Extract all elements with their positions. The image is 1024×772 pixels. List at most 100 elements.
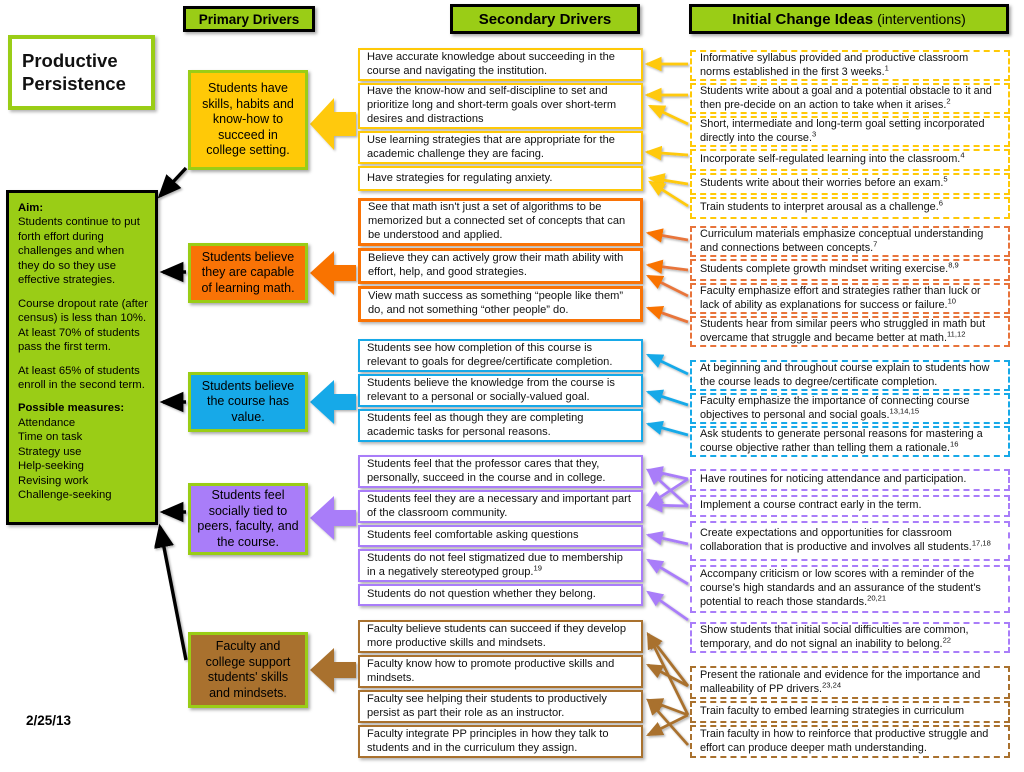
change-idea-9-body: Students hear from similar peers who str… [700,317,986,344]
change-idea-18-text: Present the rationale and evidence for t… [700,669,1000,696]
secondary-driver-2[interactable]: Use learning strategies that are appropr… [358,131,643,164]
change-idea-10-body: At beginning and throughout course expla… [700,361,990,388]
change-idea-1[interactable]: Students write about a goal and a potent… [690,83,1010,114]
change-idea-7-ref: 8,9 [948,260,959,270]
change-idea-16-text: Accompany criticism or low scores with a… [700,568,1000,609]
aim-measure-1: Time on task [18,431,83,444]
secondary-driver-3-text: Have strategies for regulating anxiety. [367,171,553,184]
change-idea-17-ref: 22 [942,634,952,644]
change-idea-3[interactable]: Incorporate self-regulated learning into… [690,149,1010,171]
change-idea-20-body: Train faculty in how to reinforce that p… [700,727,989,754]
secondary-driver-11[interactable]: Students feel they are a necessary and i… [358,490,643,523]
change-idea-7[interactable]: Students complete growth mindset writing… [690,259,1010,281]
primary-driver-faculty-label: Faculty and college support students' sk… [205,639,291,700]
change-idea-20[interactable]: Train faculty in how to reinforce that p… [690,725,1010,758]
aim-measure-0: Attendance [18,416,76,429]
secondary-driver-1-text: Have the know-how and self-discipline to… [367,85,617,125]
change-idea-2[interactable]: Short, intermediate and long-term goal s… [690,116,1010,147]
secondary-driver-10[interactable]: Students feel that the professor cares t… [358,455,643,488]
change-idea-11[interactable]: Faculty emphasize the importance of conn… [690,393,1010,424]
primary-driver-social-ties[interactable]: Students feel socially tied to peers, fa… [188,483,308,555]
secondary-driver-15[interactable]: Faculty believe students can succeed if … [358,620,643,653]
change-idea-6[interactable]: Curriculum materials emphasize conceptua… [690,226,1010,257]
secondary-driver-16[interactable]: Faculty know how to promote productive s… [358,655,643,688]
primary-driver-skills[interactable]: Students have skills, habits and know-ho… [188,70,308,170]
secondary-driver-18[interactable]: Faculty integrate PP principles in how t… [358,725,643,758]
secondary-driver-8-text: Students believe the knowledge from the … [367,376,615,403]
change-idea-13[interactable]: Have routines for noticing attendance an… [690,469,1010,491]
change-idea-18[interactable]: Present the rationale and evidence for t… [690,666,1010,699]
change-idea-11-body: Faculty emphasize the importance of conn… [700,394,970,421]
change-idea-9[interactable]: Students hear from similar peers who str… [690,316,1010,347]
change-idea-16[interactable]: Accompany criticism or low scores with a… [690,565,1010,613]
primary-driver-faculty-support[interactable]: Faculty and college support students' sk… [188,632,308,708]
secondary-driver-14[interactable]: Students do not question whether they be… [358,584,643,606]
secondary-driver-6[interactable]: View math success as something “people l… [358,286,643,322]
change-idea-2-body: Short, intermediate and long-term goal s… [700,117,985,144]
change-idea-15-ref: 17,18 [971,538,991,548]
diagram-title-line1: Productive [22,49,118,71]
secondary-driver-4[interactable]: See that math isn't just a set of algori… [358,198,643,246]
change-idea-8-ref: 10 [947,295,957,305]
aim-metric-dropout: Course dropout rate (after census) is le… [18,297,148,325]
secondary-driver-0[interactable]: Have accurate knowledge about succeeding… [358,48,643,81]
change-idea-4-text: Students write about their worries befor… [700,174,948,191]
secondary-driver-4-text: See that math isn't just a set of algori… [368,201,626,241]
change-idea-0-text: Informative syllabus provided and produc… [700,52,1000,79]
change-idea-19[interactable]: Train faculty to embed learning strategi… [690,701,1010,723]
secondary-driver-5-text: Believe they can actively grow their mat… [368,252,624,278]
change-idea-4[interactable]: Students write about their worries befor… [690,173,1010,195]
secondary-driver-12[interactable]: Students feel comfortable asking questio… [358,525,643,547]
primary-driver-value-label: Students believe the course has value. [201,378,295,424]
secondary-driver-8[interactable]: Students believe the knowledge from the … [358,374,643,407]
column-header-primary-drivers: Primary Drivers [183,6,315,32]
change-idea-17-text: Show students that initial social diffic… [700,624,1000,651]
change-idea-0[interactable]: Informative syllabus provided and produc… [690,50,1010,81]
secondary-driver-7[interactable]: Students see how completion of this cour… [358,339,643,372]
secondary-driver-10-text: Students feel that the professor cares t… [367,457,606,484]
secondary-driver-6-text: View math success as something “people l… [368,290,624,316]
change-idea-19-text: Train faculty to embed learning strategi… [700,705,964,719]
change-idea-11-text: Faculty emphasize the importance of conn… [700,395,1000,422]
date-stamp: 2/25/13 [26,713,72,728]
primary-driver-math-capability[interactable]: Students believe they are capable of lea… [188,243,308,303]
change-idea-0-body: Informative syllabus provided and produc… [700,51,969,78]
secondary-driver-9[interactable]: Students feel as though they are complet… [358,409,643,442]
change-idea-13-text: Have routines for noticing attendance an… [700,473,966,487]
aim-statement: Students continue to put forth effort du… [18,216,140,287]
primary-driver-skills-label: Students have skills, habits and know-ho… [202,81,294,158]
change-idea-14[interactable]: Implement a course contract early in the… [690,495,1010,517]
secondary-driver-12-text: Students feel comfortable asking questio… [367,529,579,542]
change-idea-12[interactable]: Ask students to generate personal reason… [690,426,1010,457]
change-idea-17[interactable]: Show students that initial social diffic… [690,622,1010,653]
secondary-driver-13-ref: 19 [533,562,542,572]
change-idea-6-ref: 7 [873,238,878,248]
change-idea-3-text: Incorporate self-regulated learning into… [700,151,965,167]
change-idea-16-body: Accompany criticism or low scores with a… [700,568,981,608]
change-idea-10-text: At beginning and throughout course expla… [700,362,1000,389]
aim-measure-5: Challenge-seeking [18,489,112,502]
secondary-driver-1[interactable]: Have the know-how and self-discipline to… [358,83,643,129]
secondary-driver-17[interactable]: Faculty see helping their students to pr… [358,690,643,723]
change-idea-5[interactable]: Train students to interpret arousal as a… [690,197,1010,219]
change-idea-20-text: Train faculty in how to reinforce that p… [700,728,1000,755]
driver-diagram-canvas: Primary Drivers Secondary Drivers Initia… [0,0,1024,772]
change-idea-8-text: Faculty emphasize effort and strategies … [700,285,1000,312]
diagram-title-line2: Persistence [22,72,126,94]
change-idea-19-body: Train faculty to embed learning strategi… [700,705,965,718]
change-idea-10[interactable]: At beginning and throughout course expla… [690,360,1010,391]
change-idea-2-ref: 3 [812,128,817,138]
secondary-driver-3[interactable]: Have strategies for regulating anxiety. [358,166,643,191]
change-idea-8[interactable]: Faculty emphasize effort and strategies … [690,283,1010,314]
secondary-driver-5[interactable]: Believe they can actively grow their mat… [358,248,643,284]
secondary-driver-17-text: Faculty see helping their students to pr… [367,692,607,719]
change-idea-17-body: Show students that initial social diffic… [700,623,969,650]
change-idea-11-ref: 13,14,15 [889,405,920,415]
change-idea-4-ref: 5 [943,174,948,184]
primary-driver-course-value[interactable]: Students believe the course has value. [188,372,308,432]
secondary-driver-13[interactable]: Students do not feel stigmatized due to … [358,549,643,582]
change-idea-16-ref: 20,21 [867,593,887,603]
aim-metric-pass: At least 70% of students pass the first … [18,326,140,354]
change-idea-15[interactable]: Create expectations and opportunities fo… [690,521,1010,561]
change-idea-14-text: Implement a course contract early in the… [700,499,922,513]
